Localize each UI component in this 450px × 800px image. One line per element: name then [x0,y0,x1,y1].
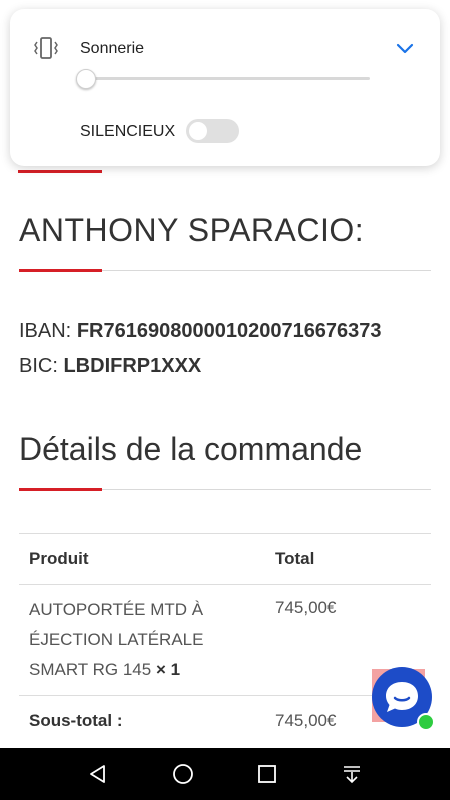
iban-label: IBAN: [19,320,72,342]
bic-line: BIC: LBDIFRP1XXX [19,355,201,378]
volume-slider-thumb[interactable] [76,69,96,89]
order-table: Produit Total AUTOPORTÉE MTD À ÉJECTION … [19,533,431,746]
heading-accent [19,269,102,272]
pull-down-icon[interactable] [340,762,364,786]
product-name-line-2: ÉJECTION LATÉRALE [29,630,204,649]
product-cell: AUTOPORTÉE MTD À ÉJECTION LATÉRALE SMART… [19,584,275,696]
iban-line: IBAN: FR7616908000010200716676373 [19,320,382,343]
silent-toggle[interactable] [186,119,239,143]
product-name-line-1: AUTOPORTÉE MTD À [29,600,204,619]
bic-label: BIC: [19,355,58,377]
section-divider [19,488,431,491]
recent-apps-square-icon[interactable] [255,762,279,786]
column-header-total: Total [275,533,431,585]
column-header-product: Produit [19,533,275,585]
recipient-name-heading: ANTHONY SPARACIO: [19,212,365,248]
navigation-bar [0,748,450,800]
subtotal-row: Sous-total : 745,00€ [19,695,431,746]
back-triangle-icon[interactable] [86,762,110,786]
product-name-line-3: SMART RG 145 [29,660,152,679]
subtotal-label: Sous-total : [19,695,275,746]
heading-divider [19,269,431,272]
sound-settings-panel: Sonnerie SILENCIEUX [10,9,440,166]
order-details-heading: Détails de la commande [19,431,363,467]
online-status-dot [417,713,435,731]
home-circle-icon[interactable] [171,762,195,786]
ringtone-title: Sonnerie [80,40,145,57]
volume-slider[interactable] [85,77,370,80]
bic-value: LBDIFRP1XXX [63,355,202,377]
table-row: AUTOPORTÉE MTD À ÉJECTION LATÉRALE SMART… [19,584,431,696]
silent-toggle-knob [189,122,207,140]
product-quantity: × 1 [155,660,181,679]
iban-value: FR7616908000010200716676373 [76,320,382,342]
vibrate-icon[interactable] [32,37,60,59]
silent-label: SILENCIEUX [80,123,176,140]
section-accent [19,488,102,491]
accent-line [18,170,102,173]
table-header-row: Produit Total [19,533,431,585]
chevron-down-icon[interactable] [395,39,415,59]
